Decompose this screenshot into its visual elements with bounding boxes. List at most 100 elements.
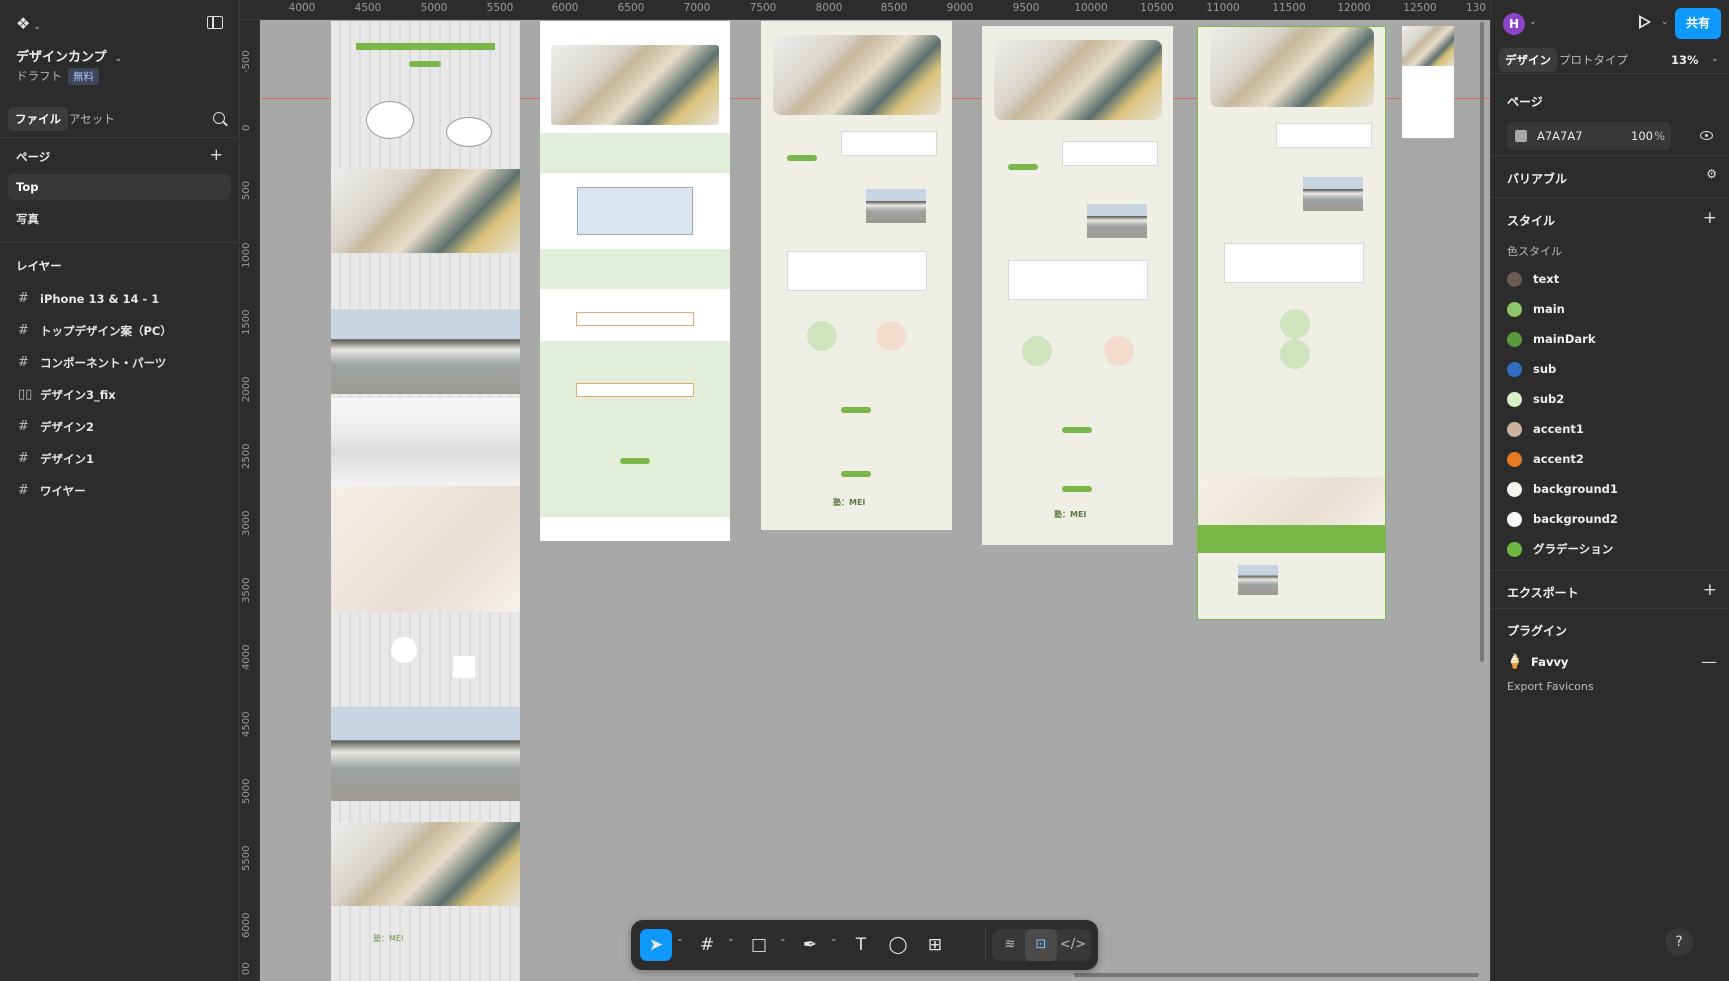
cta-button — [1008, 164, 1038, 170]
layer-item[interactable]: # ワイヤー — [0, 475, 239, 507]
add-page-icon[interactable]: + — [210, 147, 223, 163]
draw-icon: ≋ — [1004, 937, 1016, 952]
color-swatch — [1507, 422, 1522, 437]
hero-image — [1402, 26, 1454, 66]
news-box — [1062, 141, 1158, 166]
chevron-down-icon[interactable]: ⌄ — [1661, 17, 1669, 27]
actions-tool-button[interactable]: ⊞ — [919, 929, 951, 961]
wave-decoration[interactable] — [331, 398, 520, 486]
color-style-item[interactable]: background2 — [1491, 504, 1729, 534]
design-frame-1[interactable] — [540, 21, 730, 541]
remove-plugin-icon[interactable]: — — [1701, 647, 1717, 677]
help-button[interactable]: ? — [1665, 928, 1693, 956]
tab-prototype[interactable]: プロトタイプ — [1553, 48, 1634, 72]
layer-item[interactable]: # デザイン2 — [0, 411, 239, 443]
plugin-item[interactable]: 🍦 Favvy — — [1491, 647, 1729, 677]
hero-image — [551, 45, 719, 125]
add-style-icon[interactable]: + — [1703, 210, 1717, 227]
message-box — [1224, 243, 1364, 283]
plan-badge[interactable]: 無料 — [68, 68, 99, 85]
layer-item[interactable]: # コンポーネント・パーツ — [0, 347, 239, 379]
color-style-item[interactable]: グラデーション — [1491, 534, 1729, 564]
chevron-down-icon[interactable]: ⌄ — [830, 934, 838, 944]
tab-assets[interactable]: アセット — [62, 107, 122, 131]
tab-file[interactable]: ファイル — [8, 107, 68, 131]
dev-mode-button[interactable]: </> — [1057, 929, 1089, 961]
present-play-icon[interactable] — [1639, 15, 1651, 29]
chevron-down-icon[interactable]: ⌄ — [779, 934, 787, 944]
vertical-scrollbar[interactable] — [1480, 22, 1484, 662]
component-bar — [356, 43, 495, 50]
horizontal-scrollbar[interactable] — [1074, 973, 1479, 977]
design-canvas[interactable]: 塾：MEI 塾：MEI 塾：MEI — [261, 21, 1490, 981]
figma-menu-button[interactable]: ❖ ⌄ — [16, 14, 41, 33]
page-section-header: ページ — [1491, 82, 1729, 118]
color-style-item[interactable]: text — [1491, 264, 1729, 294]
fill-swatch[interactable] — [1515, 130, 1527, 142]
styles-header: スタイル + — [1491, 198, 1729, 238]
photo-study[interactable] — [331, 486, 520, 612]
photo-classroom[interactable] — [331, 169, 520, 253]
ruler-tick: 1500 — [241, 309, 252, 335]
photo-station[interactable] — [331, 707, 520, 801]
add-export-icon[interactable]: + — [1703, 582, 1717, 599]
color-style-item[interactable]: background1 — [1491, 474, 1729, 504]
layer-item[interactable]: # iPhone 13 & 14 - 1 — [0, 283, 239, 315]
chevron-down-icon[interactable]: ⌄ — [676, 934, 684, 944]
ruler-tick: 5000 — [420, 2, 448, 14]
file-name-button[interactable]: デザインカンプ ⌄ — [16, 46, 122, 65]
opacity-unit: % — [1654, 129, 1665, 143]
chevron-down-icon[interactable]: ⌄ — [1529, 17, 1537, 27]
layer-item[interactable]: # トップデザイン案（PC） — [0, 315, 239, 347]
zoom-level[interactable]: 13% — [1671, 48, 1699, 72]
chevron-down-icon[interactable]: ⌄ — [727, 934, 735, 944]
cta-button — [620, 458, 650, 464]
color-style-item[interactable]: accent2 — [1491, 444, 1729, 474]
chevron-down-icon: ⌄ — [33, 22, 41, 32]
sliders-icon[interactable]: ⚙ — [1706, 167, 1717, 181]
design-frame-3[interactable]: 塾：MEI — [982, 26, 1173, 545]
news-box — [841, 131, 937, 156]
shape-tool-button[interactable]: □ — [743, 929, 775, 961]
iphone-frame[interactable] — [1402, 26, 1454, 138]
notice-box — [576, 312, 694, 326]
color-style-item[interactable]: main — [1491, 294, 1729, 324]
eye-icon[interactable] — [1700, 131, 1713, 140]
frame-tool-button[interactable]: # — [691, 929, 723, 961]
opacity-value: 100 — [1631, 129, 1653, 143]
ruler-tick: 4500 — [354, 2, 382, 14]
fill-opacity-field[interactable]: 100% — [1623, 122, 1671, 150]
move-tool-button[interactable]: ➤ — [640, 929, 672, 961]
color-style-item[interactable]: sub — [1491, 354, 1729, 384]
search-icon[interactable] — [213, 112, 225, 124]
page-item-photos[interactable]: 写真 — [8, 206, 231, 232]
avatar[interactable]: H — [1503, 13, 1525, 35]
design-mode-button[interactable]: ⊡ — [1025, 929, 1057, 961]
chevron-down-icon[interactable]: ⌄ — [1711, 54, 1719, 64]
components-frame[interactable]: 塾：MEI — [331, 21, 520, 981]
layer-item[interactable]: # デザイン1 — [0, 443, 239, 475]
file-status-text: ドラフト — [16, 69, 62, 83]
page-item-top[interactable]: Top — [8, 174, 231, 200]
layer-item[interactable]: ▯▯ デザイン3_fix — [0, 379, 239, 411]
fill-hex-value[interactable]: A7A7A7 — [1537, 122, 1583, 150]
right-tabs: デザイン プロトタイプ 13% ⌄ — [1491, 46, 1729, 74]
design-frame-3-fix[interactable] — [1197, 26, 1386, 620]
sidebar-toggle-icon[interactable] — [207, 16, 223, 29]
photo-station[interactable] — [331, 309, 520, 394]
color-swatch — [1507, 272, 1522, 287]
design-frame-2[interactable]: 塾：MEI — [761, 21, 952, 530]
share-button[interactable]: 共有 — [1675, 8, 1721, 39]
photo-classroom[interactable] — [331, 822, 520, 906]
color-style-item[interactable]: accent1 — [1491, 414, 1729, 444]
color-style-item[interactable]: sub2 — [1491, 384, 1729, 414]
pen-tool-button[interactable]: ✒ — [794, 929, 826, 961]
ruler-tick: 0 — [241, 124, 252, 131]
cta-button — [1062, 486, 1092, 492]
vertical-ruler: -500 0 500 1000 1500 2000 2500 3000 3500… — [240, 20, 260, 981]
text-tool-button[interactable]: T — [845, 929, 877, 961]
tab-design[interactable]: デザイン — [1499, 48, 1557, 72]
color-style-item[interactable]: mainDark — [1491, 324, 1729, 354]
comment-tool-button[interactable]: ◯ — [882, 929, 914, 961]
draw-mode-button[interactable]: ≋ — [994, 929, 1026, 961]
